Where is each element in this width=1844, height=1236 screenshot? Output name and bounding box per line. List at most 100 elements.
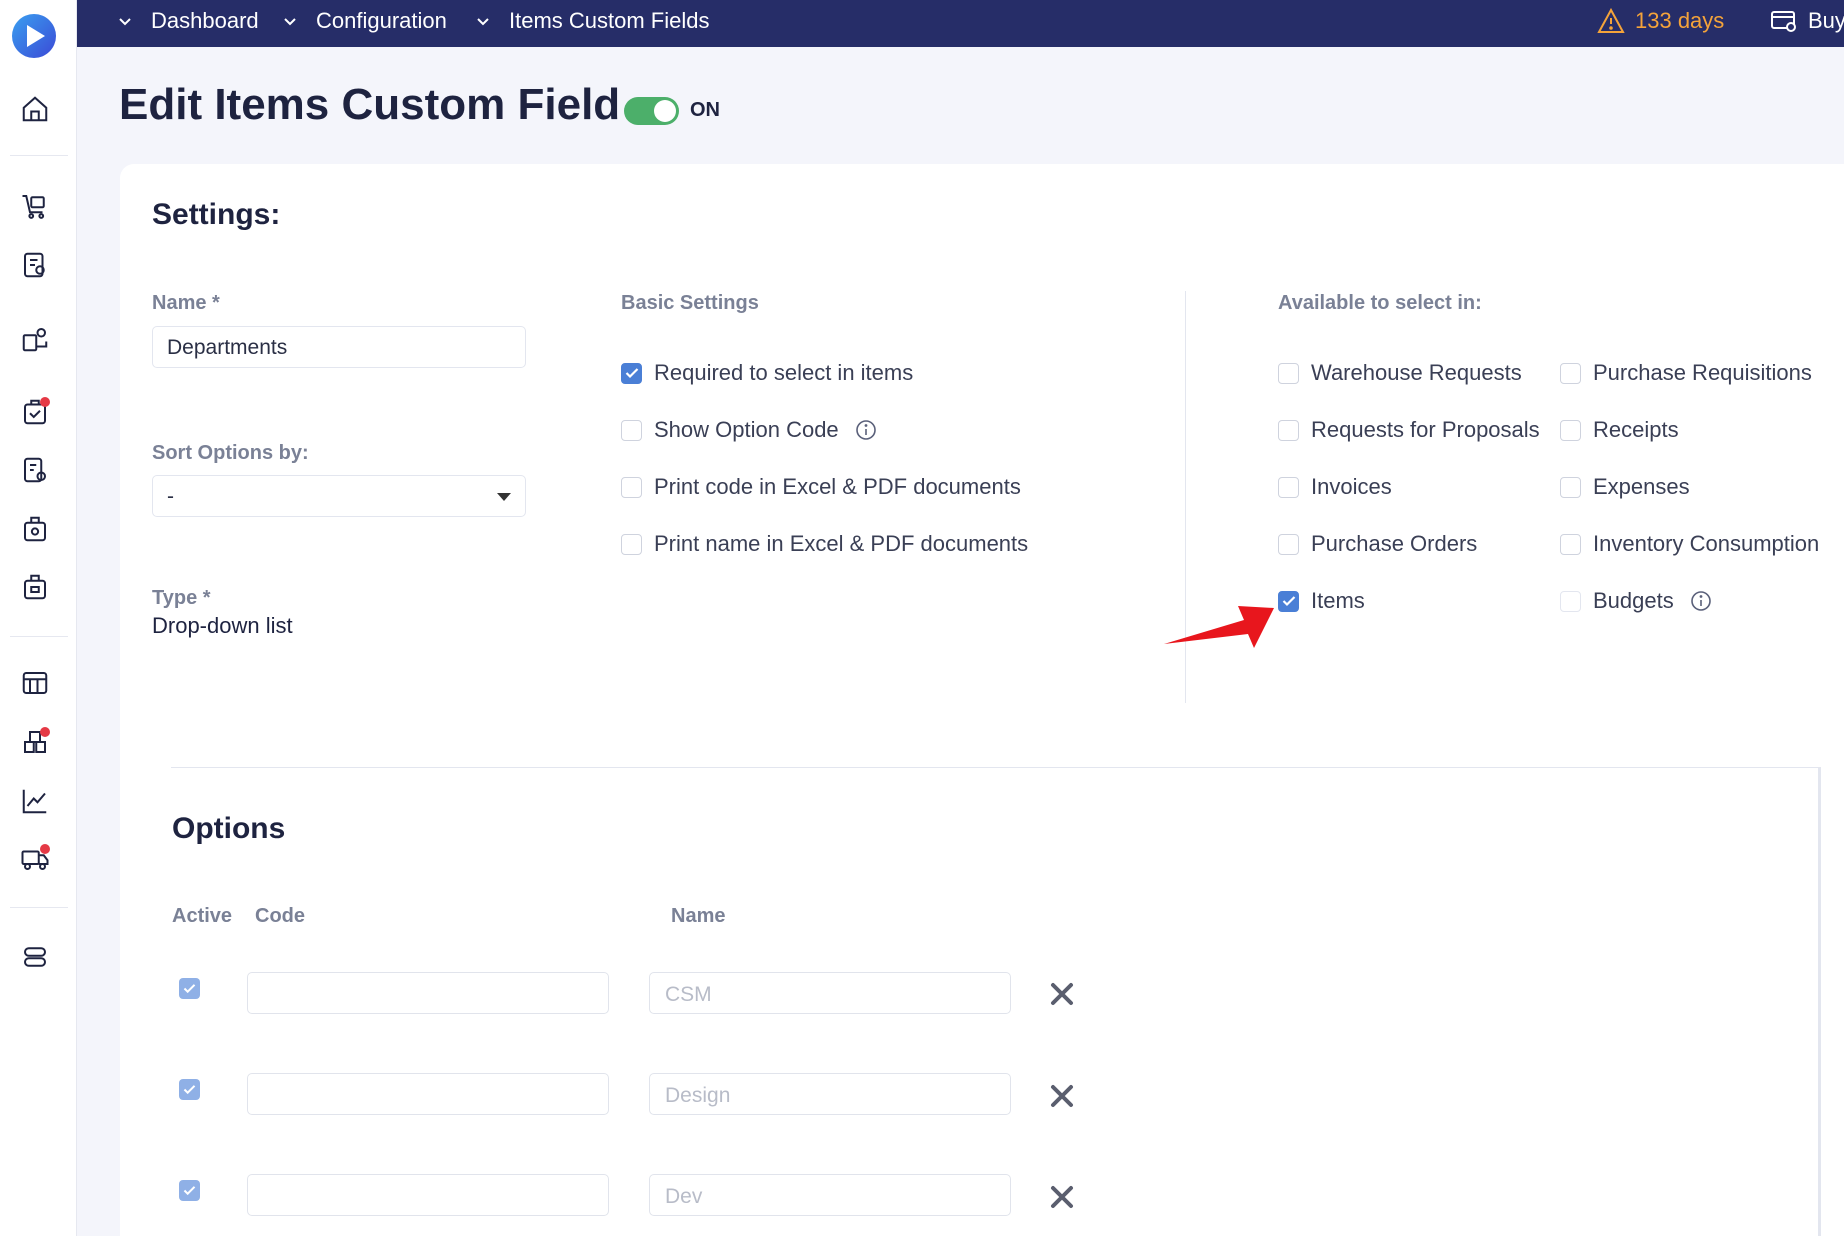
breadcrumb-dashboard[interactable]: Dashboard xyxy=(117,0,259,42)
expenses-icon[interactable] xyxy=(18,570,52,604)
caret-down-icon xyxy=(497,493,511,501)
breadcrumb-label: Configuration xyxy=(316,8,447,33)
available-items[interactable]: Items xyxy=(1278,588,1365,614)
receipts-label: Receipts xyxy=(1593,417,1679,442)
remove-option-icon[interactable] xyxy=(1049,1083,1075,1109)
suppliers-icon[interactable] xyxy=(18,322,52,356)
inventory-icon[interactable] xyxy=(18,725,52,759)
available-receipts[interactable]: Receipts xyxy=(1560,417,1679,443)
receipts-checkbox[interactable] xyxy=(1560,419,1581,441)
available-warehouse-requests[interactable]: Warehouse Requests xyxy=(1278,360,1522,386)
trial-warning[interactable]: 133 days xyxy=(1597,0,1724,42)
print-code-checkbox[interactable] xyxy=(621,476,642,498)
basic-required-row[interactable]: Required to select in items xyxy=(621,360,913,386)
purchase-orders-label: Purchase Orders xyxy=(1311,531,1478,556)
app-logo[interactable] xyxy=(12,14,56,58)
option-name-input[interactable]: Dev xyxy=(649,1174,1011,1216)
budgets-checkbox[interactable] xyxy=(1560,590,1581,612)
required-checkbox[interactable] xyxy=(621,362,642,384)
sort-select[interactable]: - xyxy=(152,475,526,517)
print-name-checkbox[interactable] xyxy=(621,533,642,555)
breadcrumb-label: Dashboard xyxy=(151,8,259,33)
requests-icon[interactable] xyxy=(18,248,52,282)
home-icon[interactable] xyxy=(18,92,52,126)
basic-print-name-row[interactable]: Print name in Excel & PDF documents xyxy=(621,531,1028,557)
sort-label: Sort Options by: xyxy=(152,442,309,464)
cart-icon[interactable] xyxy=(18,189,52,223)
available-inventory-consumption[interactable]: Inventory Consumption xyxy=(1560,531,1819,557)
chevron-down-icon xyxy=(284,18,296,26)
reports-icon[interactable] xyxy=(18,784,52,818)
show-code-checkbox[interactable] xyxy=(621,419,642,441)
options-heading: Options xyxy=(172,812,286,845)
documents-icon[interactable] xyxy=(18,453,52,487)
items-label: Items xyxy=(1311,588,1365,613)
breadcrumb-configuration[interactable]: Configuration xyxy=(282,0,447,42)
required-label: Required to select in items xyxy=(654,360,914,385)
integrations-icon[interactable] xyxy=(18,940,52,974)
chevron-down-icon xyxy=(119,18,131,26)
available-budgets[interactable]: Budgets xyxy=(1560,588,1712,614)
column-active: Active xyxy=(172,905,233,927)
budgets-icon[interactable] xyxy=(18,666,52,700)
buy-button[interactable]: Buy xyxy=(1770,0,1844,42)
option-active-checkbox[interactable] xyxy=(179,1180,200,1201)
breadcrumb-items-custom-fields[interactable]: Items Custom Fields xyxy=(475,0,710,42)
page-title: Edit Items Custom Field xyxy=(119,80,621,129)
available-expenses[interactable]: Expenses xyxy=(1560,474,1690,500)
basic-settings-heading: Basic Settings xyxy=(621,292,759,314)
trial-days-text: 133 days xyxy=(1635,8,1725,33)
top-bar: Dashboard Configuration Items Custom Fie… xyxy=(77,0,1844,47)
option-active-checkbox[interactable] xyxy=(179,1079,200,1100)
available-invoices[interactable]: Invoices xyxy=(1278,474,1392,500)
option-code-input[interactable] xyxy=(247,972,609,1014)
sort-select-value: - xyxy=(167,485,174,508)
sidebar-divider xyxy=(10,907,68,908)
chevron-down-icon xyxy=(477,18,489,26)
toggle-label: ON xyxy=(690,99,720,121)
option-active-checkbox[interactable] xyxy=(179,978,200,999)
option-code-input[interactable] xyxy=(247,1174,609,1216)
inventory-consumption-checkbox[interactable] xyxy=(1560,533,1581,555)
show-code-label: Show Option Code xyxy=(654,417,839,442)
expenses-checkbox[interactable] xyxy=(1560,476,1581,498)
option-name-input[interactable]: Design xyxy=(649,1073,1011,1115)
warehouse-requests-checkbox[interactable] xyxy=(1278,362,1299,384)
purchase-requisitions-label: Purchase Requisitions xyxy=(1593,360,1812,385)
payments-icon[interactable] xyxy=(18,512,52,546)
basic-print-code-row[interactable]: Print code in Excel & PDF documents xyxy=(621,474,1021,500)
invoices-checkbox[interactable] xyxy=(1278,476,1299,498)
info-icon[interactable] xyxy=(1690,590,1712,612)
items-checkbox[interactable] xyxy=(1278,590,1299,612)
available-requests-for-proposals[interactable]: Requests for Proposals xyxy=(1278,417,1540,443)
info-icon[interactable] xyxy=(855,419,877,441)
type-value: Drop-down list xyxy=(152,613,293,638)
sidebar-divider xyxy=(10,155,68,156)
purchase-orders-checkbox[interactable] xyxy=(1278,533,1299,555)
remove-option-icon[interactable] xyxy=(1049,1184,1075,1210)
status-toggle[interactable] xyxy=(624,97,679,125)
available-purchase-requisitions[interactable]: Purchase Requisitions xyxy=(1560,360,1812,386)
billing-icon xyxy=(1771,11,1796,32)
delivery-icon[interactable] xyxy=(18,842,52,876)
basic-show-code-row[interactable]: Show Option Code xyxy=(621,417,877,443)
name-input[interactable]: Departments xyxy=(152,326,526,368)
type-label: Type * xyxy=(152,587,211,609)
available-purchase-orders[interactable]: Purchase Orders xyxy=(1278,531,1477,557)
expenses-label: Expenses xyxy=(1593,474,1690,499)
toggle-knob xyxy=(654,100,676,122)
print-name-label: Print name in Excel & PDF documents xyxy=(654,531,1029,556)
notification-dot xyxy=(40,844,50,854)
rfp-checkbox[interactable] xyxy=(1278,419,1299,441)
approvals-icon[interactable] xyxy=(18,395,52,429)
option-name-input[interactable]: CSM xyxy=(649,972,1011,1014)
remove-option-icon[interactable] xyxy=(1049,981,1075,1007)
budgets-label: Budgets xyxy=(1593,588,1674,613)
breadcrumb-label: Items Custom Fields xyxy=(509,8,710,33)
sidebar xyxy=(0,0,77,1236)
option-code-input[interactable] xyxy=(247,1073,609,1115)
settings-heading: Settings: xyxy=(152,198,281,231)
invoices-label: Invoices xyxy=(1311,474,1392,499)
column-code: Code xyxy=(255,905,305,927)
purchase-requisitions-checkbox[interactable] xyxy=(1560,362,1581,384)
